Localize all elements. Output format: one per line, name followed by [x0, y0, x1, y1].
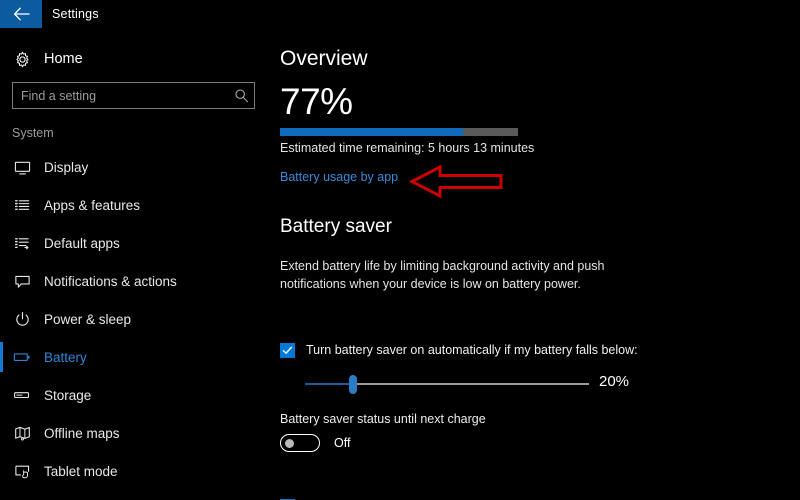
sidebar-item-default-apps[interactable]: Default apps: [0, 224, 268, 262]
battery-saver-heading: Battery saver: [280, 216, 392, 237]
threshold-value-label: 20%: [599, 373, 630, 390]
list-icon: [0, 197, 44, 214]
auto-battery-saver-label: Turn battery saver on automatically if m…: [306, 343, 638, 357]
battery-icon: [0, 348, 44, 366]
sidebar-item-apps-features[interactable]: Apps & features: [0, 186, 268, 224]
selection-accent-bar: [0, 380, 3, 410]
sidebar-item-label: Apps & features: [44, 197, 141, 213]
monitor-icon: [0, 159, 44, 176]
sidebar-item-storage[interactable]: Storage: [0, 376, 268, 414]
window-title: Settings: [52, 7, 99, 21]
sidebar-item-label: Offline maps: [44, 425, 120, 441]
checkbox-checked-icon[interactable]: [280, 343, 295, 358]
battery-progress-track: [280, 128, 518, 136]
battery-progress-fill: [280, 128, 464, 136]
search-icon[interactable]: [228, 88, 254, 103]
back-arrow-icon: [13, 7, 30, 21]
selection-accent-bar: [0, 418, 3, 448]
battery-usage-by-app-link[interactable]: Battery usage by app: [280, 170, 398, 184]
sidebar-item-label: Storage: [44, 387, 92, 403]
power-icon: [0, 311, 44, 328]
selection-accent-bar: [0, 190, 3, 220]
estimated-time-remaining: Estimated time remaining: 5 hours 13 min…: [280, 141, 535, 155]
sidebar: Home System Display: [0, 28, 268, 500]
sidebar-item-label: Battery: [44, 349, 87, 365]
search-box[interactable]: [12, 82, 255, 109]
selection-accent-bar: [0, 152, 3, 182]
gear-icon: [0, 51, 44, 68]
selection-accent-bar: [0, 456, 3, 486]
sidebar-item-label: Default apps: [44, 235, 120, 251]
battery-saver-description: Extend battery life by limiting backgrou…: [280, 259, 605, 291]
back-button[interactable]: [0, 0, 42, 28]
sidebar-item-tablet-mode[interactable]: Tablet mode: [0, 452, 268, 490]
sidebar-item-label: Notifications & actions: [44, 273, 177, 289]
sidebar-nav-list: Display Apps & features Default apps Not…: [0, 148, 268, 490]
sidebar-item-display[interactable]: Display: [0, 148, 268, 186]
sidebar-group-title: System: [12, 126, 54, 140]
battery-saver-status-label: Battery saver status until next charge: [280, 412, 486, 426]
auto-battery-saver-checkbox-row[interactable]: Turn battery saver on automatically if m…: [280, 342, 638, 358]
main-content: Overview 77% Estimated time remaining: 5…: [268, 28, 800, 500]
battery-percent: 77%: [280, 81, 353, 122]
selection-accent-bar: [0, 266, 3, 296]
selection-accent-bar: [0, 228, 3, 258]
storage-drive-icon: [0, 386, 44, 404]
tablet-hand-icon: [0, 463, 44, 480]
sidebar-item-power-sleep[interactable]: Power & sleep: [0, 300, 268, 338]
search-input[interactable]: [13, 88, 228, 103]
list-arrow-icon: [0, 235, 44, 252]
toggle-switch-off[interactable]: [280, 434, 320, 452]
toggle-state-label: Off: [334, 436, 351, 450]
toggle-knob: [285, 439, 294, 448]
sidebar-item-home[interactable]: Home: [0, 44, 268, 74]
settings-window: Settings Home System: [0, 0, 800, 500]
title-bar: Settings: [0, 0, 800, 28]
overview-heading: Overview: [280, 47, 368, 70]
selection-accent-bar: [0, 304, 3, 334]
sidebar-item-label: Display: [44, 159, 89, 175]
slider-thumb[interactable]: [349, 375, 358, 394]
slider-filled-track: [305, 383, 354, 385]
sidebar-item-label: Tablet mode: [44, 463, 118, 479]
sidebar-item-notifications-actions[interactable]: Notifications & actions: [0, 262, 268, 300]
speech-bubble-icon: [0, 273, 44, 290]
battery-saver-status-toggle-row[interactable]: Off: [280, 434, 350, 452]
selection-accent-bar: [0, 342, 3, 372]
sidebar-item-battery[interactable]: Battery: [0, 338, 268, 376]
sidebar-home-label: Home: [44, 51, 83, 67]
sidebar-item-label: Power & sleep: [44, 311, 132, 327]
map-icon: [0, 425, 44, 442]
battery-threshold-slider[interactable]: [305, 375, 589, 394]
sidebar-item-offline-maps[interactable]: Offline maps: [0, 414, 268, 452]
